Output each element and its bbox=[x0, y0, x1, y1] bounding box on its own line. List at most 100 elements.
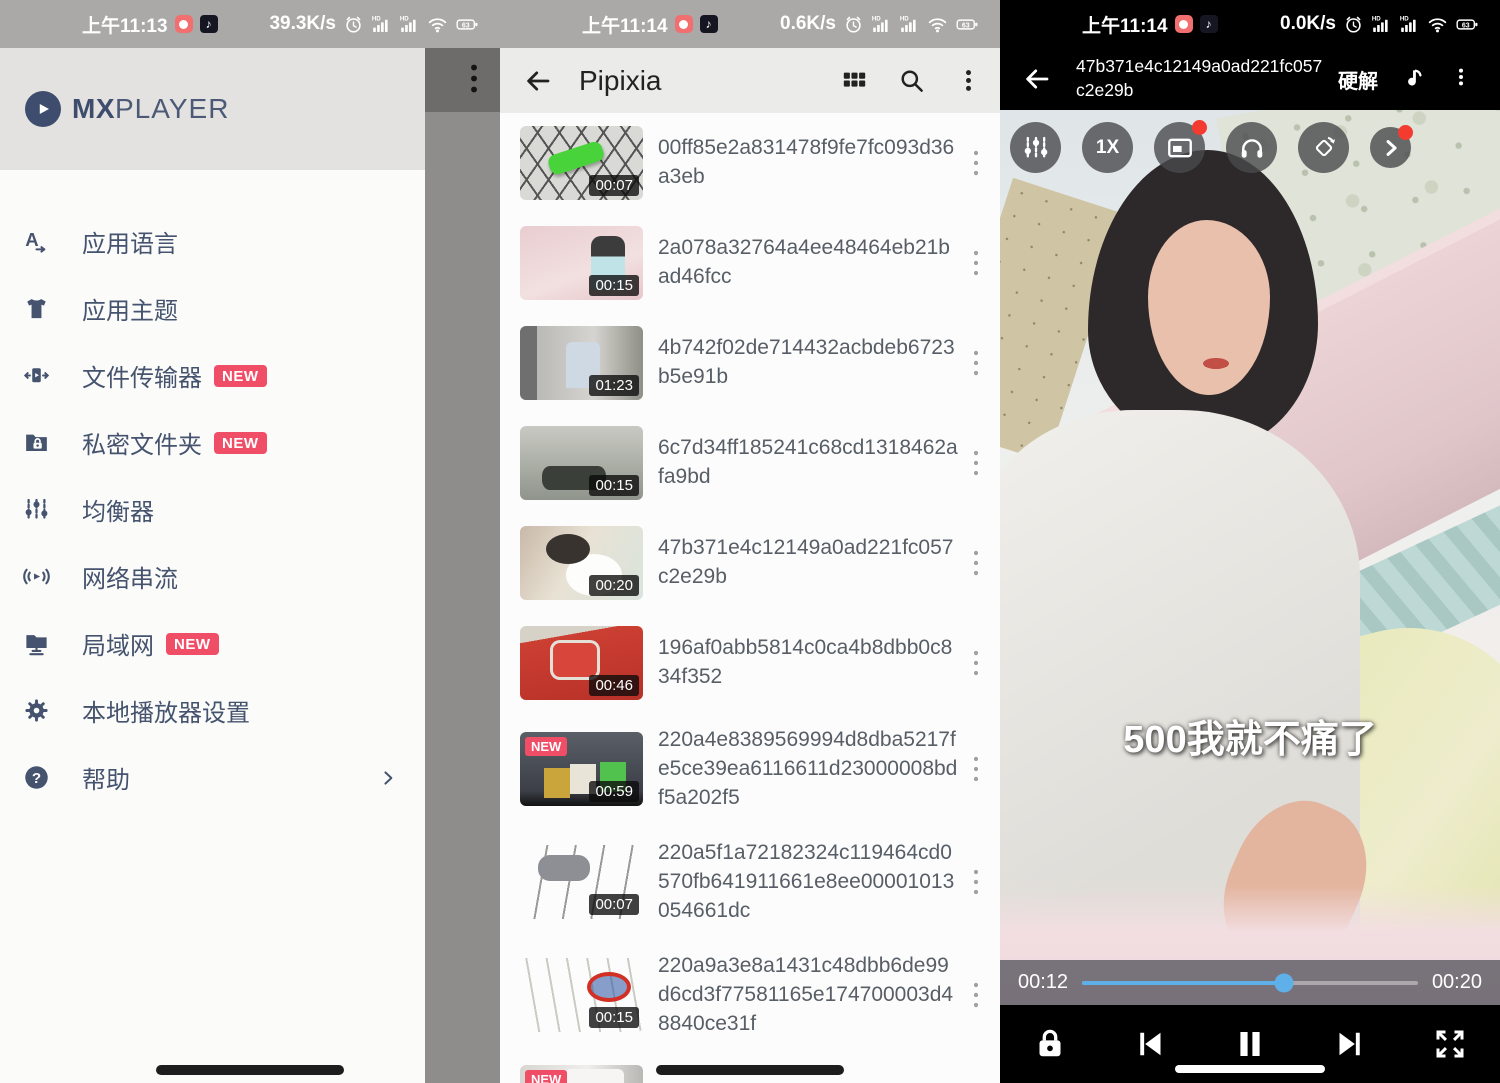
back-button[interactable] bbox=[523, 66, 553, 96]
grid-view-button[interactable] bbox=[841, 67, 868, 94]
back-button[interactable] bbox=[1022, 64, 1052, 94]
search-button[interactable] bbox=[898, 67, 925, 94]
video-list-item[interactable]: 00:0700ff85e2a831478f9fe7fc093d36a3eb bbox=[500, 113, 1000, 213]
drawer-item-translate[interactable]: A应用语言 bbox=[0, 208, 425, 275]
drawer-item-label: 网络串流 bbox=[82, 559, 178, 594]
alarm-icon bbox=[1343, 14, 1364, 35]
status-left-cluster: 上午11:14♪ bbox=[582, 11, 718, 38]
item-more-button[interactable] bbox=[966, 754, 986, 784]
tiktok-icon: ♪ bbox=[1200, 15, 1218, 33]
player-top-bar: 47b371e4c12149a0ad221fc057c2e29b 硬解 bbox=[1000, 48, 1500, 110]
video-list-item[interactable]: 00:2047b371e4c12149a0ad221fc057c2e29b bbox=[500, 513, 1000, 613]
drawer-scrim[interactable] bbox=[425, 48, 500, 1083]
new-badge: NEW bbox=[166, 633, 219, 655]
video-filename: 2a078a32764a4ee48464eb21bad46fcc bbox=[658, 234, 966, 292]
duration-badge: 00:59 bbox=[589, 781, 639, 802]
video-file-list: 00:0700ff85e2a831478f9fe7fc093d36a3eb00:… bbox=[500, 113, 1000, 1083]
video-frame[interactable]: 1X 500我就不痛了 00:12 00:20 bbox=[1000, 110, 1500, 1005]
home-indicator[interactable] bbox=[156, 1065, 344, 1075]
equalizer-button[interactable] bbox=[1010, 122, 1061, 173]
next-button[interactable] bbox=[1332, 1026, 1368, 1062]
duration-badge: 00:07 bbox=[589, 175, 639, 196]
drawer-item-label: 应用语言 bbox=[82, 224, 178, 259]
item-more-button[interactable] bbox=[966, 248, 986, 278]
drawer-item-file-transfer[interactable]: 文件传输器NEW bbox=[0, 342, 425, 409]
item-more-button[interactable] bbox=[966, 548, 986, 578]
fullscreen-button[interactable] bbox=[1432, 1026, 1468, 1062]
screen-record-icon bbox=[1175, 15, 1193, 33]
equalizer-icon bbox=[1022, 134, 1050, 162]
rotate-icon bbox=[1310, 134, 1338, 162]
speed-button[interactable]: 1X bbox=[1082, 122, 1133, 173]
video-thumbnail: 00:15 bbox=[520, 426, 643, 500]
video-list-item[interactable]: 00:15220a9a3e8a1431c48dbb6de99d6cd3f7758… bbox=[500, 939, 1000, 1052]
thumbnail-art bbox=[587, 972, 631, 1002]
battery-icon: 63 bbox=[1455, 14, 1480, 35]
video-list-item[interactable]: 00:152a078a32764a4ee48464eb21bad46fcc bbox=[500, 213, 1000, 313]
rotate-button[interactable] bbox=[1298, 122, 1349, 173]
pause-button[interactable] bbox=[1232, 1026, 1268, 1062]
video-list-item[interactable]: 00:07220a5f1a72182324c119464cd0570fb6419… bbox=[500, 826, 1000, 939]
drawer-item-label: 应用主题 bbox=[82, 291, 178, 326]
chevron-right-button[interactable] bbox=[1370, 127, 1411, 168]
item-more-button[interactable] bbox=[966, 867, 986, 897]
drawer-item-equalizer[interactable]: 均衡器 bbox=[0, 476, 425, 543]
status-right-cluster: 0.0K/sHDHD63 bbox=[1280, 13, 1480, 35]
item-more-button[interactable] bbox=[966, 348, 986, 378]
drawer-item-label: 私密文件夹 bbox=[82, 425, 202, 460]
video-list-item[interactable]: 00:46196af0abb5814c0ca4b8dbb0c834f352 bbox=[500, 613, 1000, 713]
wifi-icon bbox=[927, 14, 948, 35]
pip-button[interactable] bbox=[1154, 122, 1205, 173]
duration-badge: 01:23 bbox=[589, 375, 639, 396]
drawer-item-network-stream[interactable]: 网络串流 bbox=[0, 543, 425, 610]
playback-speed-label: 1X bbox=[1096, 137, 1119, 159]
item-more-button[interactable] bbox=[966, 148, 986, 178]
audio-track-button[interactable] bbox=[1402, 66, 1428, 92]
screen-record-icon bbox=[175, 15, 193, 33]
alarm-icon bbox=[843, 14, 864, 35]
drawer-item-theme[interactable]: 应用主题 bbox=[0, 275, 425, 342]
headphones-button[interactable] bbox=[1226, 122, 1277, 173]
video-filename: 220a9a3e8a1431c48dbb6de99d6cd3f77581165e… bbox=[658, 952, 966, 1039]
video-list-item[interactable]: 00:156c7d34ff185241c68cd1318462afa9bd bbox=[500, 413, 1000, 513]
brand-name-light: PLAYER bbox=[115, 93, 229, 125]
drawer-item-label: 帮助 bbox=[82, 760, 130, 795]
video-filename: 196af0abb5814c0ca4b8dbb0c834f352 bbox=[658, 634, 966, 692]
tiktok-icon: ♪ bbox=[700, 15, 718, 33]
item-more-button[interactable] bbox=[966, 648, 986, 678]
current-time: 00:12 bbox=[1018, 971, 1068, 994]
seek-bar-row: 00:12 00:20 bbox=[1000, 960, 1500, 1005]
drawer-item-help[interactable]: ?帮助 bbox=[0, 744, 425, 811]
home-indicator[interactable] bbox=[1175, 1065, 1325, 1073]
video-filename: 220a4e8389569994d8dba5217fe5ce39ea611661… bbox=[658, 726, 966, 813]
video-thumbnail: 00:20 bbox=[520, 526, 643, 600]
item-more-button[interactable] bbox=[966, 448, 986, 478]
tiktok-icon: ♪ bbox=[200, 15, 218, 33]
video-thumbnail: 00:15 bbox=[520, 958, 643, 1032]
seek-knob[interactable] bbox=[1274, 973, 1293, 992]
lock-button[interactable] bbox=[1032, 1026, 1068, 1062]
video-list-item[interactable]: 01:234b742f02de714432acbdeb6723b5e91b bbox=[500, 313, 1000, 413]
headphones-icon bbox=[1238, 134, 1266, 162]
player-quick-controls: 1X bbox=[1000, 122, 1500, 173]
home-indicator[interactable] bbox=[656, 1065, 844, 1075]
new-badge: NEW bbox=[214, 365, 267, 387]
drawer-item-settings[interactable]: 本地播放器设置 bbox=[0, 677, 425, 744]
notification-dot bbox=[1398, 125, 1413, 140]
video-list-item[interactable]: NEW00:59220a4e8389569994d8dba5217fe5ce39… bbox=[500, 713, 1000, 826]
more-options-button[interactable] bbox=[1450, 66, 1472, 92]
seek-track[interactable] bbox=[1082, 981, 1418, 985]
item-more-button[interactable] bbox=[966, 980, 986, 1010]
drawer-item-lan[interactable]: 局域网NEW bbox=[0, 610, 425, 677]
wifi-icon bbox=[427, 14, 448, 35]
file-transfer-icon bbox=[23, 362, 50, 389]
thumbnail-art bbox=[546, 534, 590, 564]
more-options-button[interactable] bbox=[955, 67, 982, 94]
drawer-item-private-folder[interactable]: 私密文件夹NEW bbox=[0, 409, 425, 476]
thumbnail-art bbox=[564, 1069, 624, 1083]
svg-text:HD: HD bbox=[1400, 15, 1409, 22]
previous-button[interactable] bbox=[1132, 1026, 1168, 1062]
svg-text:63: 63 bbox=[1462, 22, 1470, 29]
notification-dot bbox=[1192, 120, 1207, 135]
hw-decode-toggle[interactable]: 硬解 bbox=[1338, 65, 1378, 94]
